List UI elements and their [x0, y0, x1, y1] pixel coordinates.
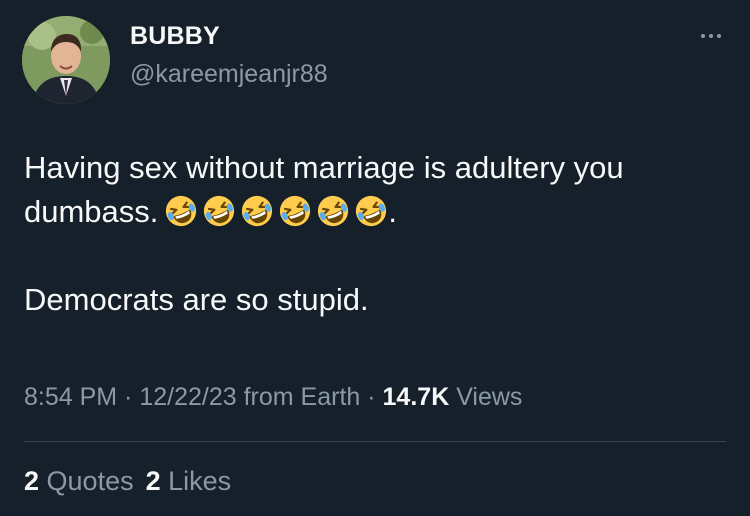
likes-label: Likes	[160, 466, 232, 496]
tweet-text-period: .	[388, 194, 398, 229]
rolling-on-floor-laughing-emoji	[204, 195, 235, 227]
tweet-text-line-3: Democrats are so stupid.	[24, 282, 369, 317]
author-handle[interactable]: @kareemjeanjr88	[130, 60, 328, 89]
author-display-name[interactable]: BUBBY	[130, 22, 220, 51]
tweet-text: Having sex without marriage is adultery …	[24, 146, 714, 322]
quotes-label: Quotes	[39, 466, 134, 496]
rolling-on-floor-laughing-emoji	[242, 195, 273, 227]
tweet-metadata: 8:54 PM · 12/22/23 from Earth · 14.7K Vi…	[24, 383, 522, 412]
likes-count: 2	[145, 466, 161, 496]
tweet-header: BUBBY @kareemjeanjr88	[22, 16, 728, 104]
tweet-text-line-2-words: dumbass.	[24, 194, 159, 229]
more-horizontal-icon-dot	[709, 34, 713, 38]
views-label: Views	[449, 383, 523, 411]
avatar[interactable]	[22, 16, 110, 104]
quotes-stat-link[interactable]: 2 Quotes	[24, 466, 134, 496]
divider	[24, 441, 726, 442]
rolling-on-floor-laughing-emoji	[356, 195, 387, 227]
tweet-text-line-2: dumbass..	[24, 190, 714, 234]
more-horizontal-icon-dot	[717, 34, 721, 38]
more-horizontal-icon	[701, 34, 705, 38]
meta-separator: ·	[117, 383, 140, 411]
more-options-button[interactable]	[694, 26, 728, 46]
avatar-photo	[22, 16, 110, 104]
laughing-emoji-group	[164, 194, 388, 228]
rolling-on-floor-laughing-emoji	[166, 195, 197, 227]
tweet-date[interactable]: 12/22/23	[139, 383, 236, 411]
tweet-stats: 2 Quotes 2 Likes	[24, 466, 231, 497]
rolling-on-floor-laughing-emoji	[318, 195, 349, 227]
views-count: 14.7K	[382, 383, 450, 411]
quotes-count: 2	[24, 466, 40, 496]
tweet-text-line-1: Having sex without marriage is adultery …	[24, 150, 624, 185]
tweet-source: from Earth	[236, 383, 361, 411]
rolling-on-floor-laughing-emoji	[280, 195, 311, 227]
tweet-time[interactable]: 8:54 PM	[24, 383, 117, 411]
likes-stat-link[interactable]: 2 Likes	[146, 466, 232, 496]
tweet-detail: BUBBY @kareemjeanjr88 Having sex without…	[0, 0, 750, 516]
meta-separator: ·	[360, 383, 383, 411]
